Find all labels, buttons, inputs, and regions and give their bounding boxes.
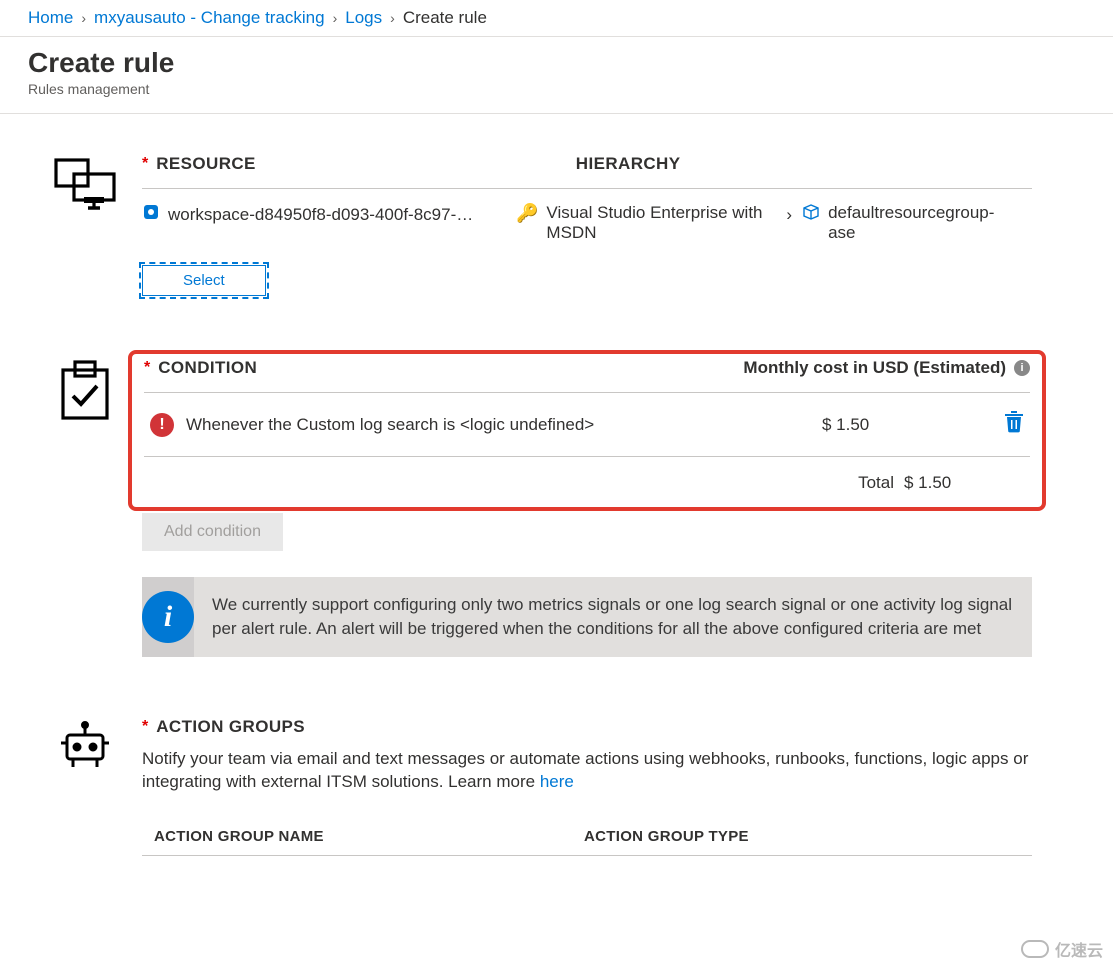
condition-cost: $ 1.50 xyxy=(822,415,972,435)
resource-name: workspace-d84950f8-d093-400f-8c97-… xyxy=(168,205,473,225)
add-condition-button: Add condition xyxy=(142,513,283,551)
breadcrumb-current: Create rule xyxy=(403,8,487,28)
info-icon: i xyxy=(142,591,194,643)
breadcrumb-logs[interactable]: Logs xyxy=(345,8,382,28)
workspace-icon xyxy=(142,203,160,226)
page-header: Create rule Rules management xyxy=(0,37,1113,114)
page-subtitle: Rules management xyxy=(28,81,1085,97)
hierarchy-title: HIERARCHY xyxy=(576,154,681,174)
alert-icon: ! xyxy=(150,413,174,437)
info-icon[interactable]: i xyxy=(1014,360,1030,376)
col-action-group-name: ACTION GROUP NAME xyxy=(154,828,584,845)
resource-section: * RESOURCE HIERARCHY workspace-d84950f8-… xyxy=(50,154,1032,296)
action-groups-table-header: ACTION GROUP NAME ACTION GROUP TYPE xyxy=(142,818,1032,856)
total-value: $ 1.50 xyxy=(904,473,1024,493)
chevron-right-icon: › xyxy=(786,203,792,225)
delete-condition-button[interactable] xyxy=(984,411,1024,438)
total-label: Total xyxy=(858,473,894,493)
resource-group-name: defaultresourcegroup-ase xyxy=(828,203,1008,243)
chevron-right-icon: › xyxy=(390,10,395,26)
robot-icon xyxy=(57,721,113,771)
action-groups-section: * ACTION GROUPS Notify your team via ema… xyxy=(50,717,1032,857)
watermark: 亿速云 xyxy=(1021,937,1103,961)
resource-title: RESOURCE xyxy=(156,154,256,174)
required-icon: * xyxy=(144,359,150,377)
computer-icon xyxy=(54,158,116,214)
required-icon: * xyxy=(142,718,148,736)
subscription-name: Visual Studio Enterprise with MSDN xyxy=(546,203,776,243)
col-action-group-type: ACTION GROUP TYPE xyxy=(584,828,1020,845)
breadcrumb: Home › mxyausauto - Change tracking › Lo… xyxy=(0,0,1113,37)
resource-group-icon xyxy=(802,203,820,226)
required-icon: * xyxy=(142,155,148,173)
watermark-text: 亿速云 xyxy=(1055,937,1103,961)
condition-section: * CONDITION Monthly cost in USD (Estimat… xyxy=(50,356,1032,657)
select-resource-button[interactable]: Select xyxy=(142,265,266,296)
chevron-right-icon: › xyxy=(333,10,338,26)
resource-section-icon xyxy=(50,154,120,296)
action-groups-description: Notify your team via email and text mess… xyxy=(142,737,1032,819)
action-groups-section-icon xyxy=(50,717,120,857)
breadcrumb-home[interactable]: Home xyxy=(28,8,73,28)
chevron-right-icon: › xyxy=(81,10,86,26)
watermark-logo-icon xyxy=(1021,940,1049,958)
page-title: Create rule xyxy=(28,47,1085,79)
monthly-cost-title: Monthly cost in USD (Estimated) xyxy=(743,358,1006,378)
condition-text: Whenever the Custom log search is <logic… xyxy=(186,415,594,435)
breadcrumb-workspace[interactable]: mxyausauto - Change tracking xyxy=(94,8,325,28)
clipboard-check-icon xyxy=(57,360,113,422)
info-message: We currently support configuring only tw… xyxy=(194,577,1032,657)
learn-more-link[interactable]: here xyxy=(540,772,574,791)
condition-section-icon xyxy=(50,356,120,657)
info-panel: i We currently support configuring only … xyxy=(142,577,1032,657)
condition-row[interactable]: ! Whenever the Custom log search is <log… xyxy=(144,393,1030,457)
trash-icon xyxy=(1004,411,1024,433)
condition-highlight: * CONDITION Monthly cost in USD (Estimat… xyxy=(128,350,1046,511)
key-icon: 🔑 xyxy=(516,203,538,224)
action-groups-title: ACTION GROUPS xyxy=(156,717,305,737)
condition-title: CONDITION xyxy=(158,358,257,378)
